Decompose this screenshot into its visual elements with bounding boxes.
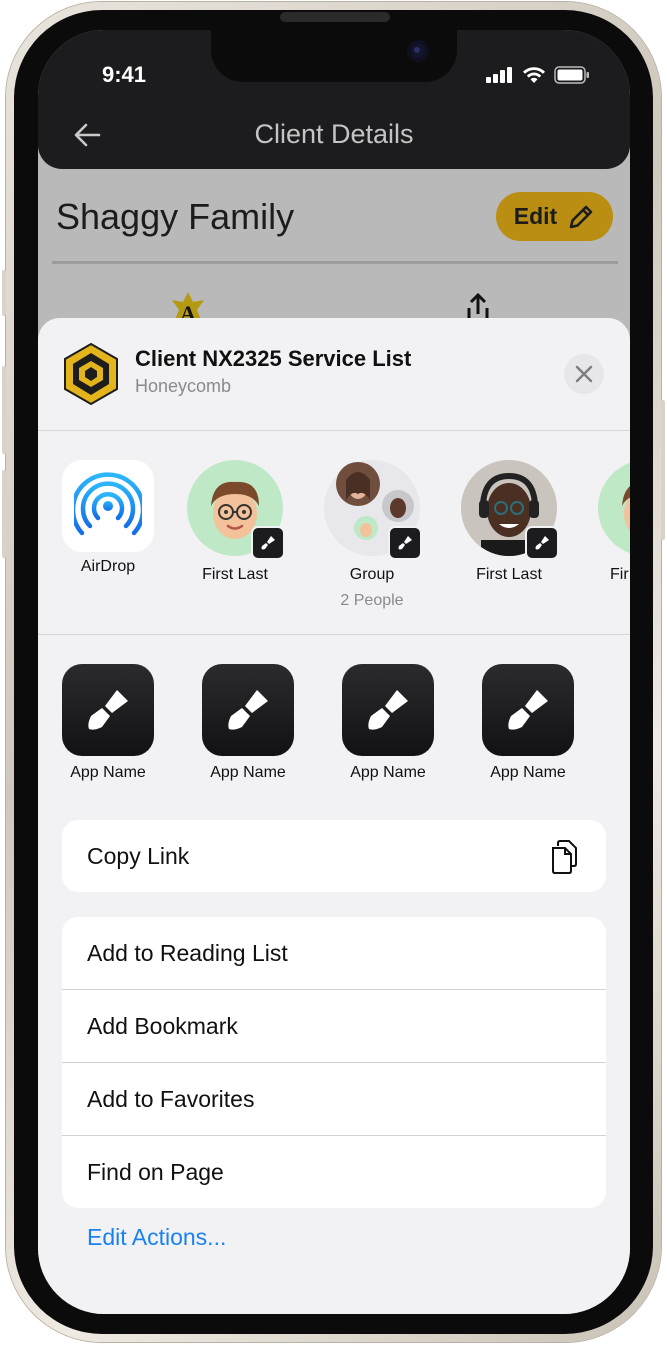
app-tile[interactable]: App Name <box>193 664 303 782</box>
side-button <box>661 400 665 540</box>
side-button <box>2 470 6 558</box>
action-add-to-reading-list[interactable]: Add to Reading List <box>62 917 606 990</box>
app-label: App Name <box>210 764 286 781</box>
share-target-label: AirDrop <box>80 558 136 575</box>
edit-actions-link[interactable]: Edit Actions... <box>87 1224 226 1251</box>
app-label: App Name <box>350 764 426 781</box>
signal-icon <box>486 67 512 83</box>
apps-row: App Name App Name App Name App Name <box>38 664 630 794</box>
app-tile[interactable]: App Name <box>53 664 163 782</box>
copy-icon <box>552 840 577 874</box>
airdrop-icon <box>62 460 154 552</box>
share-target-contact[interactable]: Fir <box>586 460 630 584</box>
paintbrush-app-icon <box>482 664 574 756</box>
side-button <box>2 270 6 316</box>
avatar <box>461 460 559 560</box>
status-time: 9:41 <box>102 62 147 87</box>
edit-label: Edit <box>513 203 558 229</box>
paintbrush-app-icon <box>62 664 154 756</box>
action-label: Find on Page <box>87 1158 224 1185</box>
action-add-to-favorites[interactable]: Add to Favorites <box>62 1063 606 1136</box>
action-label: Add Bookmark <box>87 1012 238 1039</box>
app-badge <box>525 526 559 560</box>
app-tile[interactable]: App Name <box>473 664 583 782</box>
copy-link-label: Copy Link <box>87 842 190 869</box>
wifi-icon <box>523 67 545 83</box>
share-sheet-header: Client NX2325 Service List Honeycomb <box>38 318 630 431</box>
action-label: Add to Favorites <box>87 1085 255 1112</box>
share-target-group[interactable]: Group 2 People <box>312 460 432 610</box>
share-sheet: Client NX2325 Service List Honeycomb Air… <box>38 318 630 1314</box>
pencil-icon <box>569 205 593 228</box>
close-button[interactable] <box>564 354 604 394</box>
speaker-grille <box>280 12 390 22</box>
battery-icon <box>554 66 589 84</box>
paintbrush-icon <box>261 536 275 550</box>
notch <box>211 30 457 82</box>
action-label: Add to Reading List <box>87 939 288 966</box>
share-target-sublabel: 2 People <box>340 592 404 609</box>
side-button <box>2 366 6 454</box>
action-find-on-page[interactable]: Find on Page <box>62 1136 606 1208</box>
client-name: Shaggy Family <box>56 196 295 237</box>
paintbrush-icon <box>398 536 412 550</box>
copy-link-button[interactable]: Copy Link <box>62 820 606 892</box>
status-icons <box>486 66 590 84</box>
app-badge <box>388 526 422 560</box>
share-target-contact[interactable]: First Last <box>449 460 569 584</box>
app-label: App Name <box>490 764 566 781</box>
copy-link-card: Copy Link <box>62 820 606 892</box>
page-title: Client Details <box>254 119 414 149</box>
avatar <box>187 460 285 560</box>
sheet-subtitle: Honeycomb <box>135 376 232 396</box>
paintbrush-app-icon <box>342 664 434 756</box>
camera <box>407 40 429 62</box>
sheet-title: Client NX2325 Service List <box>135 346 412 371</box>
actions-list: Add to Reading List Add Bookmark Add to … <box>62 917 606 1208</box>
close-icon <box>575 365 593 383</box>
honeycomb-logo-icon <box>64 342 118 406</box>
share-target-label: Group <box>349 566 395 583</box>
share-target-contact[interactable]: First Last <box>175 460 295 584</box>
action-add-bookmark[interactable]: Add Bookmark <box>62 990 606 1063</box>
share-target-airdrop[interactable]: AirDrop <box>48 460 168 576</box>
app-badge <box>251 526 285 560</box>
screen: 9:41 Client Details Shaggy Family Edit A… <box>38 30 630 1314</box>
share-target-label: First Last <box>202 566 268 583</box>
divider <box>52 261 618 264</box>
app-tile[interactable]: App Name <box>333 664 443 782</box>
memoji-face-icon <box>622 486 630 532</box>
edit-button[interactable]: Edit <box>496 192 613 241</box>
share-target-label: First Last <box>476 566 542 583</box>
paintbrush-app-icon <box>202 664 294 756</box>
avatar <box>598 460 630 556</box>
app-label: App Name <box>70 764 146 781</box>
share-targets-row: AirDrop First Last Group 2 People First … <box>38 430 630 635</box>
group-avatar <box>324 460 422 560</box>
paintbrush-icon <box>535 536 549 550</box>
share-target-label: Fir <box>610 566 629 583</box>
